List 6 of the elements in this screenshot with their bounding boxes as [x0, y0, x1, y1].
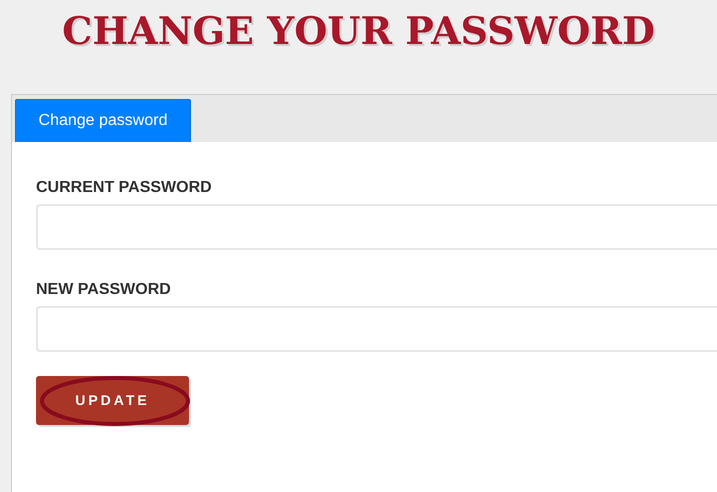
- page-heading: CHANGE YOUR PASSWORD: [61, 7, 656, 55]
- tab[interactable]: Change password: [15, 99, 191, 142]
- field-label: NEW PASSWORD: [36, 282, 171, 298]
- password-field[interactable]: [36, 204, 717, 250]
- password-field[interactable]: [36, 306, 717, 352]
- field-label: CURRENT PASSWORD: [36, 180, 212, 196]
